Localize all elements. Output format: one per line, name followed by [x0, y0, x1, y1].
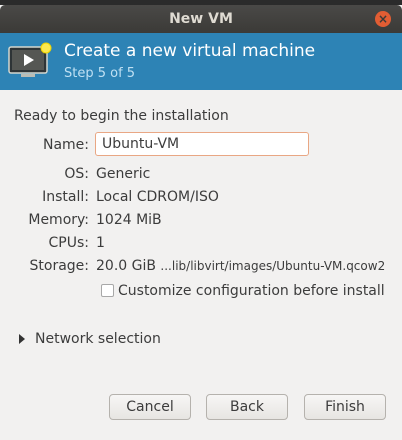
- header-banner: Create a new virtual machine Step 5 of 5: [0, 33, 402, 90]
- storage-value: 20.0 GiB ...lib/libvirt/images/Ubuntu-VM…: [96, 258, 385, 274]
- storage-size: 20.0 GiB: [96, 258, 156, 274]
- close-icon[interactable]: ×: [375, 11, 391, 27]
- cpus-label: CPUs:: [48, 235, 89, 251]
- network-selection-expander[interactable]: Network selection: [35, 331, 161, 347]
- ready-heading: Ready to begin the installation: [14, 108, 229, 124]
- storage-label: Storage:: [29, 258, 90, 274]
- install-label: Install:: [42, 189, 89, 205]
- memory-label: Memory:: [28, 212, 89, 228]
- window-titlebar: New VM ×: [0, 5, 402, 33]
- os-value: Generic: [96, 166, 151, 182]
- customize-label[interactable]: Customize configuration before install: [118, 283, 385, 299]
- banner-heading: Create a new virtual machine: [64, 41, 316, 61]
- finish-button[interactable]: Finish: [304, 394, 386, 420]
- expander-arrow-icon[interactable]: [19, 334, 25, 344]
- cpus-value: 1: [96, 235, 105, 251]
- name-label: Name:: [42, 137, 89, 153]
- memory-value: 1024 MiB: [96, 212, 162, 228]
- monitor-new-icon: [8, 42, 52, 77]
- window-title: New VM: [169, 11, 233, 27]
- os-label: OS:: [64, 166, 89, 182]
- banner-step: Step 5 of 5: [64, 66, 136, 81]
- back-button[interactable]: Back: [206, 394, 288, 420]
- storage-path: ...lib/libvirt/images/Ubuntu-VM.qcow2: [160, 259, 386, 273]
- cancel-button[interactable]: Cancel: [109, 394, 191, 420]
- name-input[interactable]: [95, 132, 309, 156]
- install-value: Local CDROM/ISO: [96, 189, 219, 205]
- customize-checkbox[interactable]: [101, 284, 114, 297]
